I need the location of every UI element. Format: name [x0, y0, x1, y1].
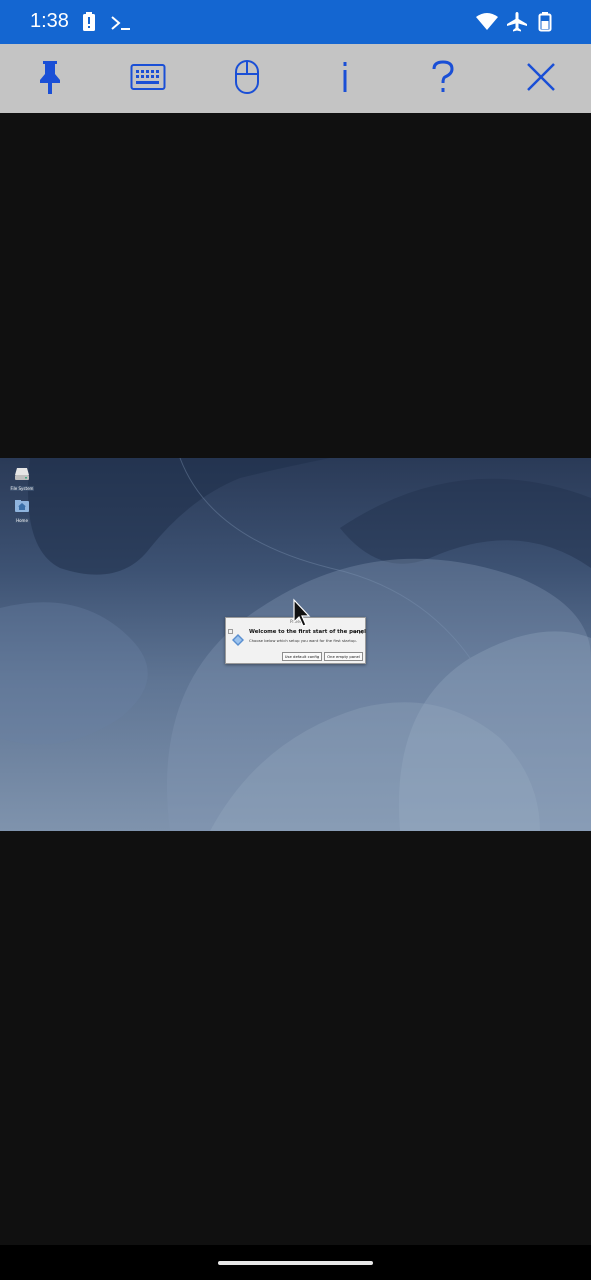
home-folder-icon — [14, 498, 30, 517]
remote-toolbar — [0, 44, 591, 113]
mouse-icon — [234, 59, 260, 99]
one-empty-panel-button[interactable]: One empty panel — [324, 652, 363, 661]
help-button[interactable] — [420, 56, 466, 102]
status-time: 1:38 — [30, 10, 69, 32]
desktop-icon-label: File System — [9, 486, 35, 491]
battery-icon — [538, 12, 552, 36]
airplane-mode-icon — [506, 12, 528, 36]
close-button[interactable] — [518, 56, 564, 102]
info-icon — [340, 59, 350, 99]
terminal-icon — [110, 15, 132, 35]
dialog-body-text: Choose below which setup you want for th… — [249, 638, 357, 643]
drive-icon — [14, 466, 30, 485]
mouse-button[interactable] — [224, 56, 270, 102]
help-icon — [430, 59, 456, 99]
battery-alert-icon — [82, 12, 96, 36]
panel-app-icon — [232, 631, 244, 650]
keyboard-icon — [130, 63, 166, 95]
close-icon — [526, 62, 556, 96]
home-gesture-handle[interactable] — [218, 1261, 373, 1265]
mouse-cursor-icon — [292, 598, 312, 632]
pin-icon — [35, 59, 65, 99]
navigation-bar — [0, 1245, 591, 1280]
desktop-icon-label: Home — [15, 518, 29, 523]
wifi-icon — [476, 13, 498, 35]
info-button[interactable] — [322, 56, 368, 102]
pin-button[interactable] — [27, 56, 73, 102]
desktop-icon-file-system[interactable]: File System — [8, 466, 36, 491]
keyboard-button[interactable] — [125, 56, 171, 102]
use-default-config-button[interactable]: Use default config — [282, 652, 322, 661]
status-bar: 1:38 — [0, 0, 591, 44]
desktop-icon-home[interactable]: Home — [8, 498, 36, 523]
